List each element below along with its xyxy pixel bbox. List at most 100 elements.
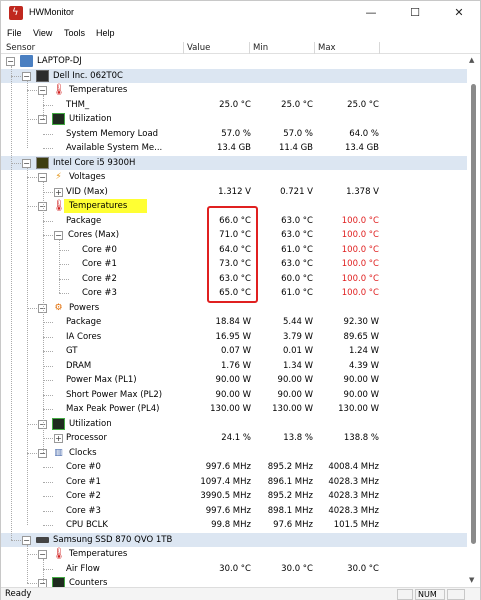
root-row[interactable]: − LAPTOP-DJ (1, 54, 467, 69)
expand-toggle[interactable]: + (54, 187, 63, 197)
column-value[interactable]: Value (187, 43, 210, 53)
sensor-row[interactable]: CPU BCLK 99.8 MHz 97.6 MHz 101.5 MHz (1, 518, 467, 533)
sensor-row[interactable]: Power Max (PL1) 90.00 W 90.00 W 90.00 W (1, 373, 467, 388)
close-button[interactable]: ✕ (437, 1, 481, 26)
temperature-annotation-box (207, 206, 258, 303)
scroll-down-icon[interactable]: ▼ (469, 576, 474, 584)
expand-toggle[interactable]: − (22, 71, 31, 81)
row-label: Counters (69, 578, 108, 587)
cell-min: 3.79 W (282, 331, 313, 342)
expand-toggle[interactable]: − (54, 231, 63, 240)
menu-help[interactable]: Help (96, 28, 115, 38)
expand-toggle[interactable]: − (22, 535, 31, 545)
cell-value: 24.1 % (221, 433, 251, 443)
maximize-button[interactable]: ☐ (393, 1, 437, 26)
cell-max: 30.0 °C (347, 563, 379, 574)
cell-value: 90.00 W (215, 375, 251, 385)
row-label: Processor (66, 433, 107, 443)
expand-toggle[interactable]: − (22, 158, 31, 168)
row-label: Voltages (69, 172, 106, 182)
cell-min: 5.44 W (282, 317, 313, 327)
cell-max: 90.00 W (343, 389, 379, 400)
group-row[interactable]: − Counters (1, 576, 467, 587)
column-max[interactable]: Max (318, 43, 336, 53)
group-row[interactable]: − ▥ Clocks (1, 446, 467, 461)
cell-min: 61.0 °C (281, 244, 313, 255)
power-icon: ⚙ (54, 302, 63, 313)
cell-value: 18.84 W (215, 317, 251, 327)
row-label: Clocks (69, 447, 97, 458)
cell-value: 16.95 W (215, 331, 251, 342)
menu-bar: File View Tools Help (1, 26, 480, 42)
row-label: Available System Me... (66, 143, 163, 153)
expand-toggle[interactable]: − (38, 86, 47, 95)
expand-toggle[interactable]: − (6, 57, 15, 66)
menu-tools[interactable]: Tools (64, 28, 85, 38)
expand-toggle[interactable]: − (38, 173, 47, 182)
group-row[interactable]: − 🌡 Temperatures (1, 83, 467, 98)
sensor-row[interactable]: Short Power Max (PL2) 90.00 W 90.00 W 90.00… (1, 388, 467, 403)
row-label: LAPTOP-DJ (37, 56, 82, 66)
row-label: Air Flow (66, 563, 100, 574)
cell-max: 100.0 °C (341, 273, 379, 284)
device-row[interactable]: − Dell Inc. 062T0C (1, 68, 467, 83)
row-label: DRAM (66, 360, 92, 371)
sensor-row[interactable]: Core #3 997.6 MHz 898.1 MHz 4028.3 MHz (1, 504, 467, 519)
row-label: Core #2 (66, 491, 101, 501)
sensor-row[interactable]: DRAM 1.76 W 1.34 W 4.39 W (1, 359, 467, 374)
sensor-row[interactable]: IA Cores 16.95 W 3.79 W 89.65 W (1, 330, 467, 345)
sensor-row[interactable]: Core #1 1097.4 MHz 896.1 MHz 4028.3 MHz (1, 475, 467, 490)
menu-file[interactable]: File (7, 28, 22, 38)
row-label: System Memory Load (66, 128, 159, 139)
row-label: Intel Core i5 9300H (53, 157, 136, 168)
group-row[interactable]: − ⚡ Voltages (1, 170, 467, 185)
vertical-scrollbar[interactable]: ▲ ▼ (467, 54, 480, 587)
column-sensor[interactable]: Sensor (6, 43, 35, 53)
status-panel (447, 589, 465, 600)
cell-min: 63.0 °C (281, 215, 313, 226)
sensor-row[interactable]: Core #0 997.6 MHz 895.2 MHz 4008.4 MHz (1, 460, 467, 475)
row-label: Core #0 (66, 462, 101, 472)
window-title: HWMonitor (29, 7, 75, 17)
sensor-row[interactable]: Available System Me... 13.4 GB 11.4 GB 13.4… (1, 141, 467, 156)
sensor-row[interactable]: System Memory Load 57.0 % 57.0 % 64.0 % (1, 127, 467, 142)
group-row[interactable]: − 🌡 Temperatures (1, 547, 467, 562)
sensor-row[interactable]: + Processor 24.1 % 13.8 % 138.8 % (1, 431, 467, 446)
sensor-row[interactable]: Air Flow 30.0 °C 30.0 °C 30.0 °C (1, 562, 467, 577)
cell-min: 57.0 % (283, 128, 313, 139)
cell-max: 130.00 W (338, 404, 379, 414)
scroll-up-icon[interactable]: ▲ (469, 56, 474, 64)
row-label: Package (66, 215, 102, 226)
sensor-row[interactable]: Core #2 3990.5 MHz 895.2 MHz 4028.3 MHz (1, 489, 467, 504)
thermometer-icon: 🌡 (52, 547, 66, 560)
sensor-row[interactable]: Package 18.84 W 5.44 W 92.30 W (1, 315, 467, 330)
row-label: Samsung SSD 870 QVO 1TB (53, 534, 173, 545)
counter-icon (52, 577, 65, 587)
row-label: Short Power Max (PL2) (66, 389, 163, 400)
column-min[interactable]: Min (253, 43, 268, 53)
scrollbar-thumb[interactable] (471, 84, 476, 544)
status-bar: Ready NUM (1, 587, 480, 600)
hwmonitor-app-icon: ϟ (9, 6, 23, 20)
cell-min: 11.4 GB (278, 143, 313, 153)
sensor-row[interactable]: THM_ 25.0 °C 25.0 °C 25.0 °C (1, 98, 467, 113)
clock-icon: ▥ (54, 447, 63, 458)
cpu-icon (36, 156, 49, 169)
sensor-row[interactable]: Max Peak Power (PL4) 130.00 W 130.00 W 130.… (1, 402, 467, 417)
minimize-button[interactable]: — (349, 1, 393, 26)
group-row[interactable]: − Utilization (1, 417, 467, 432)
row-label: Temperatures (69, 85, 128, 95)
device-row[interactable]: − Samsung SSD 870 QVO 1TB (1, 532, 467, 547)
sensor-row[interactable]: + VID (Max) 1.312 V 0.721 V 1.378 V (1, 185, 467, 200)
ssd-icon (36, 536, 49, 543)
column-header: Sensor Value Min Max (1, 42, 480, 54)
menu-view[interactable]: View (33, 28, 52, 38)
sensor-row[interactable]: GT 0.07 W 0.01 W 1.24 W (1, 344, 467, 359)
group-row[interactable]: − Utilization (1, 112, 467, 127)
row-label: Power Max (PL1) (66, 375, 137, 385)
device-row[interactable]: − Intel Core i5 9300H (1, 155, 467, 170)
expand-toggle[interactable]: − (38, 550, 47, 559)
expand-toggle[interactable]: + (54, 434, 63, 443)
cell-value: 1.76 W (220, 360, 251, 371)
cell-max: 4028.3 MHz (328, 505, 379, 516)
